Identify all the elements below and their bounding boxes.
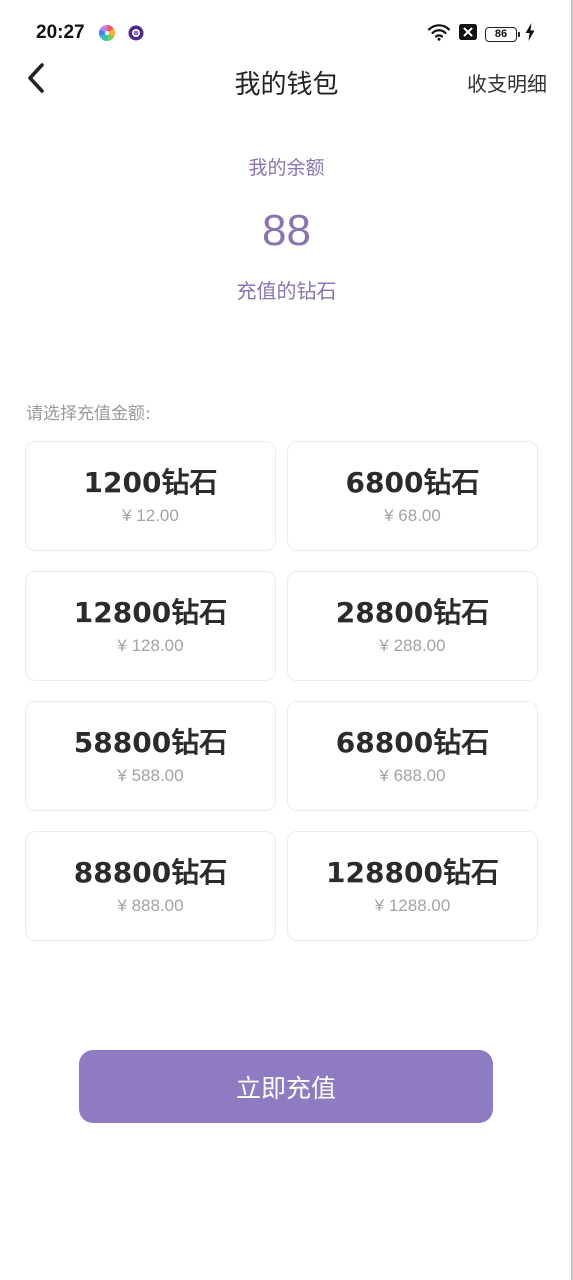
package-amount: 58800钻石 — [73, 726, 228, 759]
pinwheel-app-icon — [99, 25, 115, 41]
package-amount: 68800钻石 — [335, 726, 490, 759]
package-amount: 128800钻石 — [326, 856, 499, 889]
package-card[interactable]: 6800钻石 ¥ 68.00 — [287, 441, 538, 551]
package-price: ¥ 588.00 — [117, 766, 184, 785]
status-indicators: 86 — [427, 22, 535, 46]
battery-icon: 86 — [485, 26, 520, 42]
transaction-details-link[interactable]: 收支明细 — [467, 68, 547, 97]
package-card[interactable]: 128800钻石 ¥ 1288.00 — [287, 831, 538, 941]
package-price: ¥ 128.00 — [117, 636, 184, 655]
recharge-now-button[interactable]: 立即充值 — [79, 1050, 493, 1123]
notification-x-icon — [459, 24, 477, 44]
package-amount: 88800钻石 — [73, 856, 228, 889]
package-amount: 12800钻石 — [73, 596, 228, 629]
status-time: 20:27 — [36, 22, 85, 43]
package-card[interactable]: 28800钻石 ¥ 288.00 — [287, 571, 538, 681]
package-card[interactable]: 58800钻石 ¥ 588.00 — [25, 701, 276, 811]
package-price: ¥ 68.00 — [384, 506, 441, 525]
package-price: ¥ 1288.00 — [374, 896, 451, 915]
package-amount: 6800钻石 — [345, 466, 480, 499]
package-amount: 1200钻石 — [83, 466, 218, 499]
wifi-icon — [427, 23, 451, 45]
nav-bar: 我的钱包 收支明细 — [0, 56, 573, 106]
purple-app-icon — [128, 25, 144, 41]
select-amount-label: 请选择充值金额: — [26, 404, 151, 424]
package-card[interactable]: 88800钻石 ¥ 888.00 — [25, 831, 276, 941]
package-price: ¥ 888.00 — [117, 896, 184, 915]
balance-label: 我的余额 — [248, 157, 325, 179]
package-card[interactable]: 1200钻石 ¥ 12.00 — [25, 441, 276, 551]
package-price: ¥ 12.00 — [122, 506, 179, 525]
recharge-packages-grid: 1200钻石 ¥ 12.00 6800钻石 ¥ 68.00 12800钻石 ¥ … — [25, 441, 539, 941]
package-amount: 28800钻石 — [335, 596, 490, 629]
package-price: ¥ 688.00 — [379, 766, 446, 785]
balance-unit-label: 充值的钻石 — [236, 279, 337, 303]
package-card[interactable]: 12800钻石 ¥ 128.00 — [25, 571, 276, 681]
charging-bolt-icon — [525, 23, 535, 45]
package-card[interactable]: 68800钻石 ¥ 688.00 — [287, 701, 538, 811]
battery-level: 86 — [494, 27, 508, 40]
balance-amount: 88 — [262, 206, 311, 255]
package-price: ¥ 288.00 — [379, 636, 446, 655]
